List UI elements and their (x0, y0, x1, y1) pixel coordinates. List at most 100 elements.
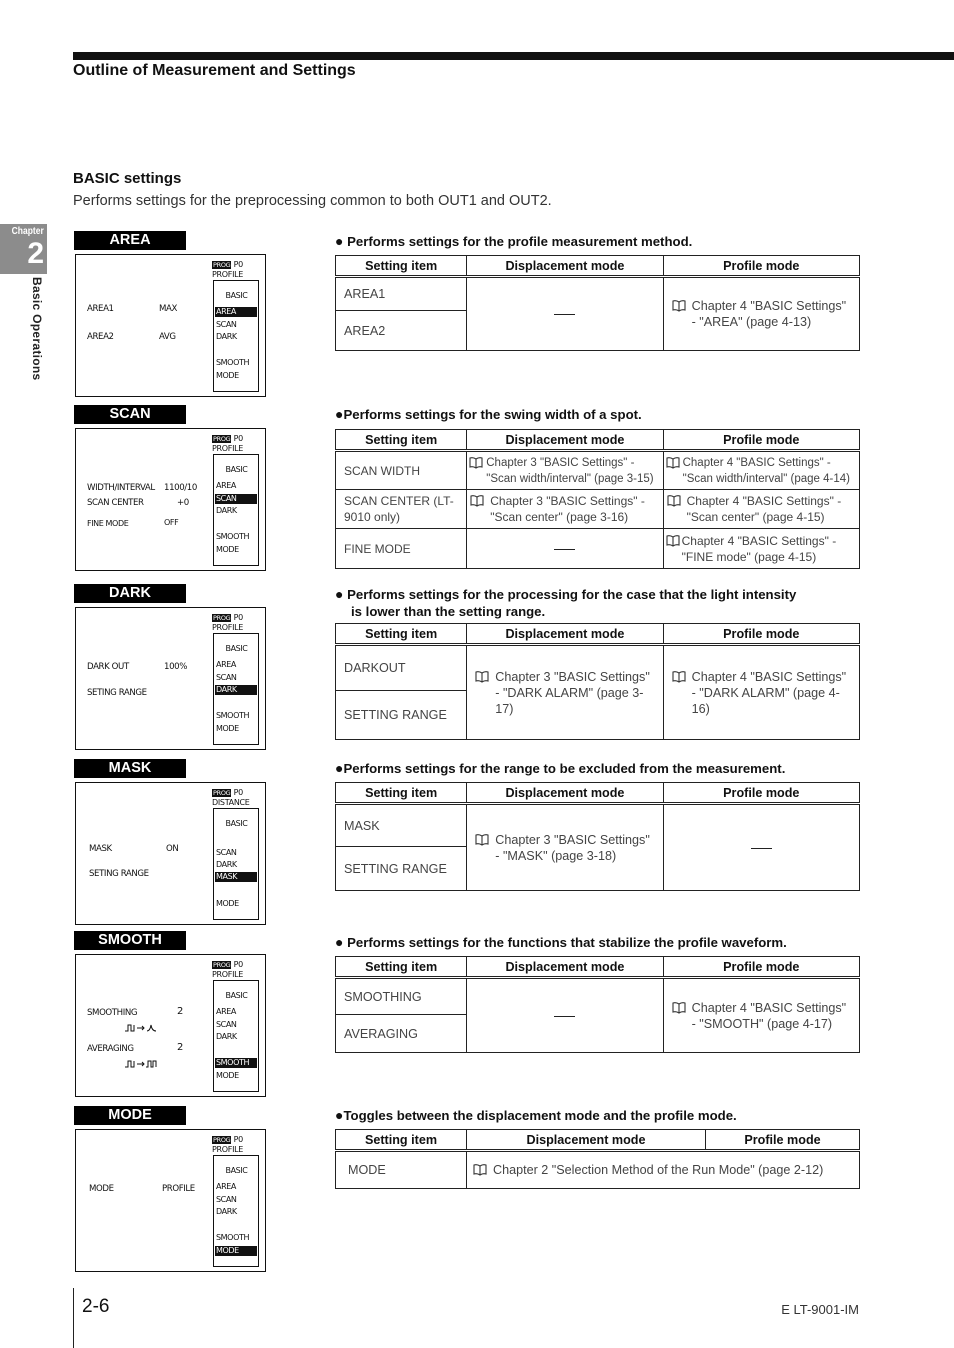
reference-link[interactable]: Chapter 4 "BASIC Settings" - "AREA" (pag… (692, 298, 851, 330)
menu-item: DARK (216, 332, 237, 341)
menu-item: AREA (216, 481, 236, 490)
header-setting-item: Setting item (334, 255, 468, 278)
header-setting-item: Setting item (334, 429, 468, 452)
table-row: MASK Chapter 3 "BASIC Settings" - "MASK"… (334, 803, 861, 891)
reference-link[interactable]: Chapter 4 "BASIC Settings" - "Scan width… (683, 455, 857, 487)
profile-cell: Chapter 4 "BASIC Settings" - "FINE mode"… (662, 528, 861, 569)
book-icon (470, 495, 484, 507)
area-description: ● Performs settings for the profile meas… (335, 233, 692, 250)
prog-indicator: PROG P0 PROFILE (212, 613, 243, 632)
profile-cell: Chapter 4 "BASIC Settings" - "Scan width… (662, 450, 861, 490)
profile-cell: Chapter 4 "BASIC Settings" - "DARK ALARM… (662, 644, 861, 740)
menu-item: DARK (216, 860, 237, 869)
scan-table: Setting item Displacement mode Profile m… (334, 429, 861, 569)
header-displacement-mode: Displacement mode (466, 623, 664, 646)
screen-row-name: MASK (89, 844, 112, 854)
mode-table: Setting item Displacement mode Profile m… (335, 1129, 860, 1189)
description-text-cont: is lower than the setting range. (351, 604, 546, 619)
table-row: SCAN CENTER (LT-9010 only) Chapter 3 "BA… (334, 489, 861, 529)
scan-description: ●Performs settings for the swing width o… (335, 406, 642, 423)
mode-label: MODE (74, 1106, 186, 1125)
screen-row-value: 2 (177, 1006, 183, 1017)
screen-mode-line: PROFILE (212, 970, 244, 979)
menu-item-selected: DARK (215, 685, 257, 695)
reference-link[interactable]: Chapter 3 "BASIC Settings" - "DARK ALARM… (495, 669, 654, 717)
book-icon (666, 534, 680, 547)
reference-link[interactable]: Chapter 4 "BASIC Settings" - "SMOOTH" (p… (692, 1000, 851, 1032)
menu-item: MODE (216, 545, 239, 554)
chapter-side-title: Basic Operations (30, 277, 44, 381)
screen-row-name: AREA2 (87, 332, 114, 342)
menu-item: MODE (216, 899, 239, 908)
prog-number: P0 (233, 960, 244, 969)
menu-item-selected: AREA (215, 307, 257, 317)
mask-table: Setting item Displacement mode Profile m… (334, 782, 861, 891)
book-icon (475, 833, 489, 846)
setting-item-cell: SMOOTHING (334, 977, 468, 1015)
header-displacement-mode: Displacement mode (465, 1129, 707, 1152)
menu-item: SMOOTH (216, 1233, 250, 1242)
bullet-icon: ● (335, 934, 344, 950)
screen-mode-line: PROFILE (212, 270, 244, 279)
menu-item-selected: SCAN (215, 494, 257, 504)
menu-item: DARK (216, 1032, 237, 1041)
screen-menu: BASIC AREA SCAN DARK SMOOTH MODE (213, 280, 259, 392)
book-icon (475, 670, 489, 683)
screen-row-value: MAX (159, 304, 177, 314)
reference-link[interactable]: Chapter 2 "Selection Method of the Run M… (493, 1162, 851, 1178)
scan-screen: PROG P0 PROFILE BASIC AREA SCAN DARK SMOO… (75, 428, 266, 571)
area-table: Setting item Displacement mode Profile m… (334, 255, 861, 351)
dark-table: Setting item Displacement mode Profile m… (334, 623, 861, 740)
screen-mode-line: PROFILE (212, 1145, 244, 1154)
area-screen: PROG P0 PROFILE BASIC AREA SCAN DARK SMOO… (75, 254, 266, 397)
smoothing-waveform-icon (125, 1017, 159, 1036)
table-row: FINE MODE Chapter 4 "BASIC Settings" - "… (334, 528, 861, 569)
reference-link[interactable]: Chapter 4 "BASIC Settings" - "DARK ALARM… (692, 669, 851, 717)
table-header-row: Setting item Displacement mode Profile m… (334, 956, 861, 979)
book-icon (672, 1001, 686, 1014)
table-header-row: Setting item Displacement mode Profile m… (334, 429, 861, 452)
screen-row-name: SCAN CENTER (87, 498, 144, 508)
top-rule (73, 52, 954, 60)
screen-row-value: 100% (164, 662, 187, 672)
menu-item: MODE (216, 371, 239, 380)
menu-item: BASIC (225, 291, 248, 300)
mask-description: ●Performs settings for the range to be e… (335, 760, 785, 777)
menu-item: BASIC (225, 991, 248, 1000)
header-profile-mode: Profile mode (662, 255, 861, 278)
menu-item-selected: MODE (215, 1246, 257, 1256)
profile-cell: Chapter 4 "BASIC Settings" - "Scan cente… (662, 489, 861, 529)
setting-item-cell: MODE (335, 1150, 467, 1189)
reference-link[interactable]: Chapter 3 "BASIC Settings" - "Scan width… (486, 455, 660, 487)
menu-item: DARK (216, 1207, 237, 1216)
chapter-tab: Chapter 2 (0, 224, 47, 274)
description-text: Performs settings for the range to be ex… (343, 761, 786, 776)
reference-link[interactable]: Chapter 4 "BASIC Settings" - "FINE mode"… (682, 533, 857, 565)
reference-link[interactable]: Chapter 3 "BASIC Settings" - "Scan cente… (490, 493, 659, 525)
menu-item: MODE (216, 724, 239, 733)
mask-label: MASK (74, 759, 186, 778)
screen-row-name: DARK OUT (87, 662, 129, 672)
setting-item-cell: SCAN WIDTH (334, 450, 468, 490)
prog-indicator: PROG P0 PROFILE (212, 260, 243, 279)
header-setting-item: Setting item (334, 956, 468, 979)
reference-link[interactable]: Chapter 3 "BASIC Settings" - "MASK" (pag… (495, 832, 654, 864)
description-text: Toggles between the displacement mode an… (343, 1108, 737, 1123)
prog-tag: PROG (212, 1136, 232, 1144)
displacement-cell (466, 977, 664, 1053)
prog-tag: PROG (212, 614, 232, 622)
screen-row-name: SETING RANGE (89, 869, 149, 879)
table-header-row: Setting item Displacement mode Profile m… (334, 782, 861, 805)
area-label: AREA (74, 231, 186, 250)
menu-item: AREA (216, 660, 236, 669)
profile-cell (662, 803, 861, 891)
book-icon (672, 670, 686, 683)
prog-indicator: PROG P0 DISTANCE (212, 788, 250, 807)
dark-label: DARK (74, 584, 186, 603)
prog-tag: PROG (212, 435, 232, 443)
displacement-cell (466, 276, 664, 351)
screen-menu: BASIC AREA SCAN DARK SMOOTH MODE (213, 1155, 259, 1267)
reference-link[interactable]: Chapter 4 "BASIC Settings" - "Scan cente… (687, 493, 856, 525)
displacement-cell: Chapter 3 "BASIC Settings" - "DARK ALARM… (466, 644, 664, 740)
screen-row-value: 1100/10 (164, 483, 197, 493)
